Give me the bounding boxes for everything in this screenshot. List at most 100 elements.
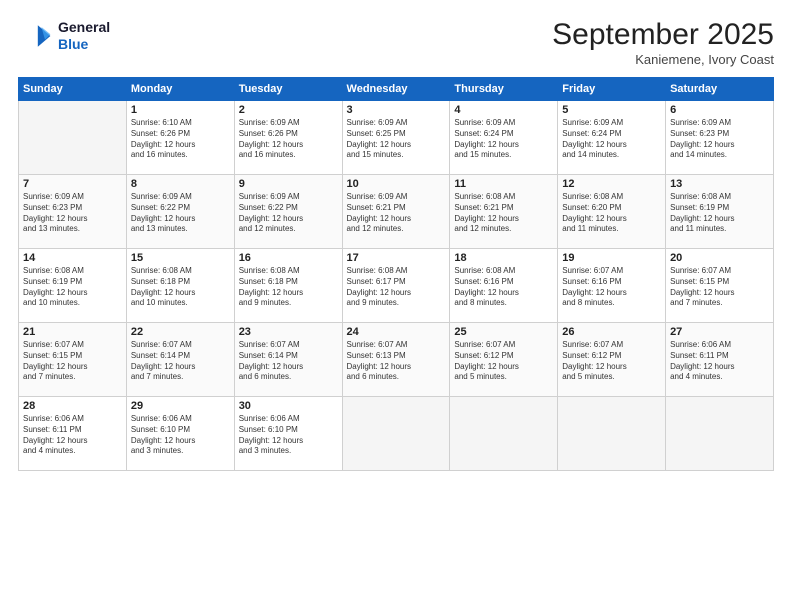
- cell-text: Sunrise: 6:06 AM Sunset: 6:10 PM Dayligh…: [239, 414, 338, 457]
- calendar-cell: 27Sunrise: 6:06 AM Sunset: 6:11 PM Dayli…: [666, 323, 774, 397]
- cell-text: Sunrise: 6:08 AM Sunset: 6:19 PM Dayligh…: [23, 266, 122, 309]
- day-number: 1: [131, 104, 230, 116]
- cell-text: Sunrise: 6:07 AM Sunset: 6:12 PM Dayligh…: [562, 340, 661, 383]
- day-number: 8: [131, 178, 230, 190]
- calendar-cell: 19 Sunrise: 6:07 AM Sunset: 6:16 PM Dayli…: [558, 249, 666, 323]
- cell-text: Sunrise: 6:08 AM Sunset: 6:17 PM Dayligh…: [347, 266, 446, 309]
- cell-text: Sunrise: 6:08 AM Sunset: 6:21 PM Dayligh…: [454, 192, 553, 235]
- calendar-cell: 13 Sunrise: 6:08 AM Sunset: 6:19 PM Dayli…: [666, 175, 774, 249]
- logo-text: General Blue: [58, 19, 110, 53]
- cell-text: Sunrise: 6:08 AM Sunset: 6:18 PM Dayligh…: [239, 266, 338, 309]
- day-number: 21: [23, 326, 122, 338]
- cell-text: Sunrise: 6:08 AM Sunset: 6:16 PM Dayligh…: [454, 266, 553, 309]
- calendar-cell: 22Sunrise: 6:07 AM Sunset: 6:14 PM Dayli…: [126, 323, 234, 397]
- calendar-cell: 4 Sunrise: 6:09 AM Sunset: 6:24 PM Daylig…: [450, 101, 558, 175]
- calendar-cell: 24 Sunrise: 6:07 AM Sunset: 6:13 PM Dayli…: [342, 323, 450, 397]
- day-number: 20: [670, 252, 769, 264]
- header-cell-sunday: Sunday: [19, 78, 127, 101]
- calendar-cell: 14 Sunrise: 6:08 AM Sunset: 6:19 PM Dayli…: [19, 249, 127, 323]
- calendar-cell: 23Sunrise: 6:07 AM Sunset: 6:14 PM Dayli…: [234, 323, 342, 397]
- day-number: 16: [239, 252, 338, 264]
- calendar-header-row: SundayMondayTuesdayWednesdayThursdayFrid…: [19, 78, 774, 101]
- calendar-table: SundayMondayTuesdayWednesdayThursdayFrid…: [18, 77, 774, 471]
- day-number: 19: [562, 252, 661, 264]
- calendar-cell: 6 Sunrise: 6:09 AM Sunset: 6:23 PM Daylig…: [666, 101, 774, 175]
- calendar-body: 1 Sunrise: 6:10 AM Sunset: 6:26 PM Daylig…: [19, 101, 774, 471]
- day-number: 26: [562, 326, 661, 338]
- calendar-cell: 12 Sunrise: 6:08 AM Sunset: 6:20 PM Dayli…: [558, 175, 666, 249]
- cell-text: Sunrise: 6:07 AM Sunset: 6:15 PM Dayligh…: [670, 266, 769, 309]
- header-cell-saturday: Saturday: [666, 78, 774, 101]
- cell-text: Sunrise: 6:09 AM Sunset: 6:21 PM Dayligh…: [347, 192, 446, 235]
- calendar-cell: 29Sunrise: 6:06 AM Sunset: 6:10 PM Dayli…: [126, 397, 234, 471]
- day-number: 22: [131, 326, 230, 338]
- calendar-cell: 15 Sunrise: 6:08 AM Sunset: 6:18 PM Dayli…: [126, 249, 234, 323]
- header-cell-tuesday: Tuesday: [234, 78, 342, 101]
- day-number: 9: [239, 178, 338, 190]
- month-title: September 2025: [552, 18, 774, 52]
- calendar-week-2: 7 Sunrise: 6:09 AM Sunset: 6:23 PM Daylig…: [19, 175, 774, 249]
- calendar-cell: 26 Sunrise: 6:07 AM Sunset: 6:12 PM Dayli…: [558, 323, 666, 397]
- day-number: 7: [23, 178, 122, 190]
- calendar-cell: 10 Sunrise: 6:09 AM Sunset: 6:21 PM Dayli…: [342, 175, 450, 249]
- calendar-cell: 2Sunrise: 6:09 AM Sunset: 6:26 PM Daylig…: [234, 101, 342, 175]
- day-number: 4: [454, 104, 553, 116]
- calendar-cell: 5Sunrise: 6:09 AM Sunset: 6:24 PM Daylig…: [558, 101, 666, 175]
- calendar-cell: 9 Sunrise: 6:09 AM Sunset: 6:22 PM Daylig…: [234, 175, 342, 249]
- day-number: 25: [454, 326, 553, 338]
- cell-text: Sunrise: 6:09 AM Sunset: 6:24 PM Dayligh…: [454, 118, 553, 161]
- calendar-week-4: 21 Sunrise: 6:07 AM Sunset: 6:15 PM Dayli…: [19, 323, 774, 397]
- cell-text: Sunrise: 6:08 AM Sunset: 6:18 PM Dayligh…: [131, 266, 230, 309]
- calendar-cell: 21 Sunrise: 6:07 AM Sunset: 6:15 PM Dayli…: [19, 323, 127, 397]
- cell-text: Sunrise: 6:09 AM Sunset: 6:23 PM Dayligh…: [670, 118, 769, 161]
- day-number: 30: [239, 400, 338, 412]
- cell-text: Sunrise: 6:09 AM Sunset: 6:22 PM Dayligh…: [131, 192, 230, 235]
- calendar-week-1: 1 Sunrise: 6:10 AM Sunset: 6:26 PM Daylig…: [19, 101, 774, 175]
- cell-text: Sunrise: 6:08 AM Sunset: 6:20 PM Dayligh…: [562, 192, 661, 235]
- day-number: 5: [562, 104, 661, 116]
- calendar-week-5: 28Sunrise: 6:06 AM Sunset: 6:11 PM Dayli…: [19, 397, 774, 471]
- day-number: 6: [670, 104, 769, 116]
- day-number: 12: [562, 178, 661, 190]
- calendar-cell: 1 Sunrise: 6:10 AM Sunset: 6:26 PM Daylig…: [126, 101, 234, 175]
- header-cell-wednesday: Wednesday: [342, 78, 450, 101]
- calendar-cell: [450, 397, 558, 471]
- day-number: 17: [347, 252, 446, 264]
- cell-text: Sunrise: 6:06 AM Sunset: 6:11 PM Dayligh…: [23, 414, 122, 457]
- logo-icon: [18, 18, 54, 54]
- cell-text: Sunrise: 6:09 AM Sunset: 6:25 PM Dayligh…: [347, 118, 446, 161]
- calendar-cell: 20 Sunrise: 6:07 AM Sunset: 6:15 PM Dayli…: [666, 249, 774, 323]
- cell-text: Sunrise: 6:07 AM Sunset: 6:16 PM Dayligh…: [562, 266, 661, 309]
- day-number: 15: [131, 252, 230, 264]
- calendar-cell: [666, 397, 774, 471]
- cell-text: Sunrise: 6:08 AM Sunset: 6:19 PM Dayligh…: [670, 192, 769, 235]
- calendar-cell: 30 Sunrise: 6:06 AM Sunset: 6:10 PM Dayli…: [234, 397, 342, 471]
- location: Kaniemene, Ivory Coast: [552, 52, 774, 67]
- cell-text: Sunrise: 6:07 AM Sunset: 6:13 PM Dayligh…: [347, 340, 446, 383]
- day-number: 24: [347, 326, 446, 338]
- calendar-cell: [19, 101, 127, 175]
- calendar-cell: 28Sunrise: 6:06 AM Sunset: 6:11 PM Dayli…: [19, 397, 127, 471]
- calendar-cell: 16 Sunrise: 6:08 AM Sunset: 6:18 PM Dayli…: [234, 249, 342, 323]
- calendar-cell: 17 Sunrise: 6:08 AM Sunset: 6:17 PM Dayli…: [342, 249, 450, 323]
- header-cell-thursday: Thursday: [450, 78, 558, 101]
- cell-text: Sunrise: 6:09 AM Sunset: 6:22 PM Dayligh…: [239, 192, 338, 235]
- cell-text: Sunrise: 6:07 AM Sunset: 6:12 PM Dayligh…: [454, 340, 553, 383]
- title-block: September 2025 Kaniemene, Ivory Coast: [552, 18, 774, 67]
- calendar-cell: 7 Sunrise: 6:09 AM Sunset: 6:23 PM Daylig…: [19, 175, 127, 249]
- cell-text: Sunrise: 6:07 AM Sunset: 6:15 PM Dayligh…: [23, 340, 122, 383]
- calendar-cell: 8 Sunrise: 6:09 AM Sunset: 6:22 PM Daylig…: [126, 175, 234, 249]
- day-number: 14: [23, 252, 122, 264]
- cell-text: Sunrise: 6:06 AM Sunset: 6:11 PM Dayligh…: [670, 340, 769, 383]
- calendar-cell: [558, 397, 666, 471]
- header: General Blue September 2025 Kaniemene, I…: [18, 18, 774, 67]
- day-number: 10: [347, 178, 446, 190]
- cell-text: Sunrise: 6:10 AM Sunset: 6:26 PM Dayligh…: [131, 118, 230, 161]
- day-number: 2: [239, 104, 338, 116]
- cell-text: Sunrise: 6:09 AM Sunset: 6:23 PM Dayligh…: [23, 192, 122, 235]
- calendar-cell: 25 Sunrise: 6:07 AM Sunset: 6:12 PM Dayli…: [450, 323, 558, 397]
- day-number: 3: [347, 104, 446, 116]
- day-number: 13: [670, 178, 769, 190]
- calendar-cell: 11Sunrise: 6:08 AM Sunset: 6:21 PM Dayli…: [450, 175, 558, 249]
- day-number: 23: [239, 326, 338, 338]
